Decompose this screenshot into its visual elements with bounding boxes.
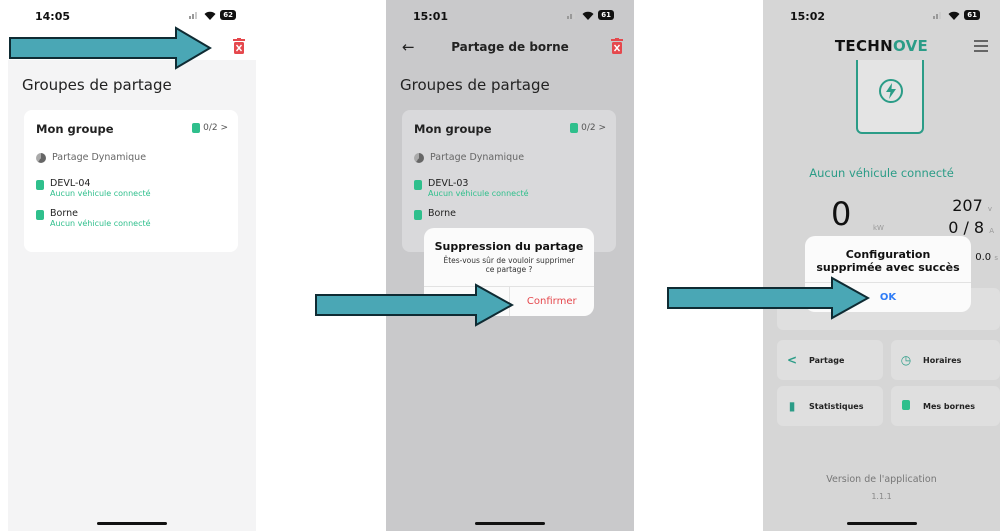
device-name: DEVL-04 (50, 178, 91, 189)
charger-icon (414, 180, 422, 190)
tile-statistiques[interactable]: ▮ Statistiques (777, 386, 883, 426)
wifi-icon (204, 11, 216, 20)
dialog-title: Configuration supprimée avec succès (816, 248, 960, 274)
device-name: Borne (428, 208, 456, 219)
dialog-title: Suppression du partage (434, 240, 584, 253)
current-number: 0 / 8 (948, 218, 985, 237)
group-name: Mon groupe (414, 122, 492, 136)
tile-label: Statistiques (809, 401, 864, 411)
delete-trash-icon[interactable] (232, 38, 246, 54)
voltage-value: 207 v (952, 196, 992, 215)
device-status: Aucun véhicule connecté (50, 219, 151, 228)
sharing-mode-label: Partage Dynamique (52, 152, 147, 163)
signal-icon (189, 11, 200, 19)
list-item: DEVL-03 Aucun véhicule connecté (414, 178, 529, 198)
duration-value: 0.0 s (975, 252, 998, 263)
home-indicator (97, 522, 167, 525)
charger-icon (899, 399, 913, 413)
sharing-mode-label: Partage Dynamique (430, 152, 525, 163)
menu-icon[interactable] (974, 40, 988, 55)
voltage-number: 207 (952, 196, 983, 215)
group-count: 0/2 > (192, 123, 228, 133)
confirm-button[interactable]: Confirmer (510, 287, 595, 316)
signal-icon (933, 11, 944, 19)
annotation-arrow-2 (315, 283, 514, 327)
bar-chart-icon: ▮ (788, 399, 796, 413)
wifi-icon (582, 11, 594, 20)
sharing-mode: Partage Dynamique (414, 152, 524, 163)
status-bar: 15:02 61 (763, 0, 1000, 34)
tile-label: Horaires (923, 355, 962, 365)
current-unit: A (989, 227, 994, 235)
device-name: DEVL-03 (428, 178, 469, 189)
charger-illustration (856, 60, 924, 134)
device-name: Borne (50, 208, 78, 219)
pie-icon (36, 152, 46, 163)
clock-icon: ◷ (900, 353, 912, 367)
charger-icon (192, 123, 201, 133)
status-time: 15:01 (413, 10, 449, 23)
list-item[interactable]: Borne Aucun véhicule connecté (36, 208, 151, 228)
battery-icon: 61 (598, 10, 614, 20)
battery-icon: 62 (220, 10, 236, 20)
lightning-icon (879, 79, 903, 103)
status-time: 15:02 (790, 10, 826, 23)
pie-icon (414, 152, 424, 163)
delete-trash-icon[interactable] (610, 38, 624, 54)
annotation-arrow-1 (9, 26, 212, 70)
page-title: Groupes de partage (22, 76, 172, 94)
tile-label: Partage (809, 355, 845, 365)
duration-unit: s (994, 254, 998, 262)
list-item: Borne (414, 208, 456, 220)
logo-text-a: TECHN (834, 37, 893, 55)
group-name: Mon groupe (36, 122, 114, 136)
charger-icon (36, 210, 44, 220)
phone-screen-groups: 14:05 62 Groupes de partage Mon groupe 0… (8, 0, 256, 531)
voltage-unit: v (987, 205, 992, 213)
vehicle-status: Aucun véhicule connecté (809, 166, 954, 180)
group-card[interactable]: Mon groupe 0/2 > Partage Dynamique DEVL-… (24, 110, 238, 252)
brand-logo: TECHNOVE (763, 37, 1000, 55)
content-area: Groupes de partage Mon groupe 0/2 > Part… (8, 60, 256, 531)
annotation-arrow-3 (667, 276, 870, 320)
app-bar: ← Partage de borne (386, 34, 634, 60)
group-count-label: 0/2 > (581, 123, 606, 133)
version-label: Version de l'application (826, 474, 937, 485)
group-count-label: 0/2 > (203, 123, 228, 133)
home-indicator (846, 522, 917, 525)
sharing-mode: Partage Dynamique (36, 152, 146, 163)
charger-icon (414, 210, 422, 220)
device-status: Aucun véhicule connecté (428, 189, 529, 198)
dialog-message: Êtes-vous sûr de vouloir supprimer ce pa… (443, 256, 575, 274)
list-item[interactable]: DEVL-04 Aucun véhicule connecté (36, 178, 151, 198)
signal-icon (567, 11, 578, 19)
status-bar: 15:01 61 (386, 0, 634, 34)
group-count: 0/2 > (570, 123, 606, 133)
battery-icon: 61 (964, 10, 980, 20)
device-status: Aucun véhicule connecté (50, 189, 151, 198)
phone-screen-delete-confirm: 15:01 61 ← Partage de borne Groupes de p… (386, 0, 634, 531)
share-icon: < (786, 353, 798, 367)
charger-icon (570, 123, 579, 133)
phone-screen-dashboard: 15:02 61 TECHNOVE Aucun véhicule connect… (763, 0, 1000, 531)
home-indicator (475, 522, 545, 525)
charger-icon (36, 180, 44, 190)
logo-text-b: OVE (893, 37, 929, 55)
version-number: 1.1.1 (871, 492, 892, 501)
current-value: 0 / 8 A (948, 218, 994, 237)
status-time: 14:05 (35, 10, 71, 23)
app-bar-title: Partage de borne (451, 40, 569, 54)
power-value: 0 (831, 195, 852, 233)
duration-number: 0.0 (975, 252, 992, 263)
tile-partage[interactable]: < Partage (777, 340, 883, 380)
power-unit: kW (873, 224, 884, 232)
tile-mes-bornes[interactable]: Mes bornes (891, 386, 1000, 426)
page-title: Groupes de partage (400, 76, 550, 94)
wifi-icon (948, 11, 960, 20)
tile-horaires[interactable]: ◷ Horaires (891, 340, 1000, 380)
tile-label: Mes bornes (923, 401, 975, 411)
